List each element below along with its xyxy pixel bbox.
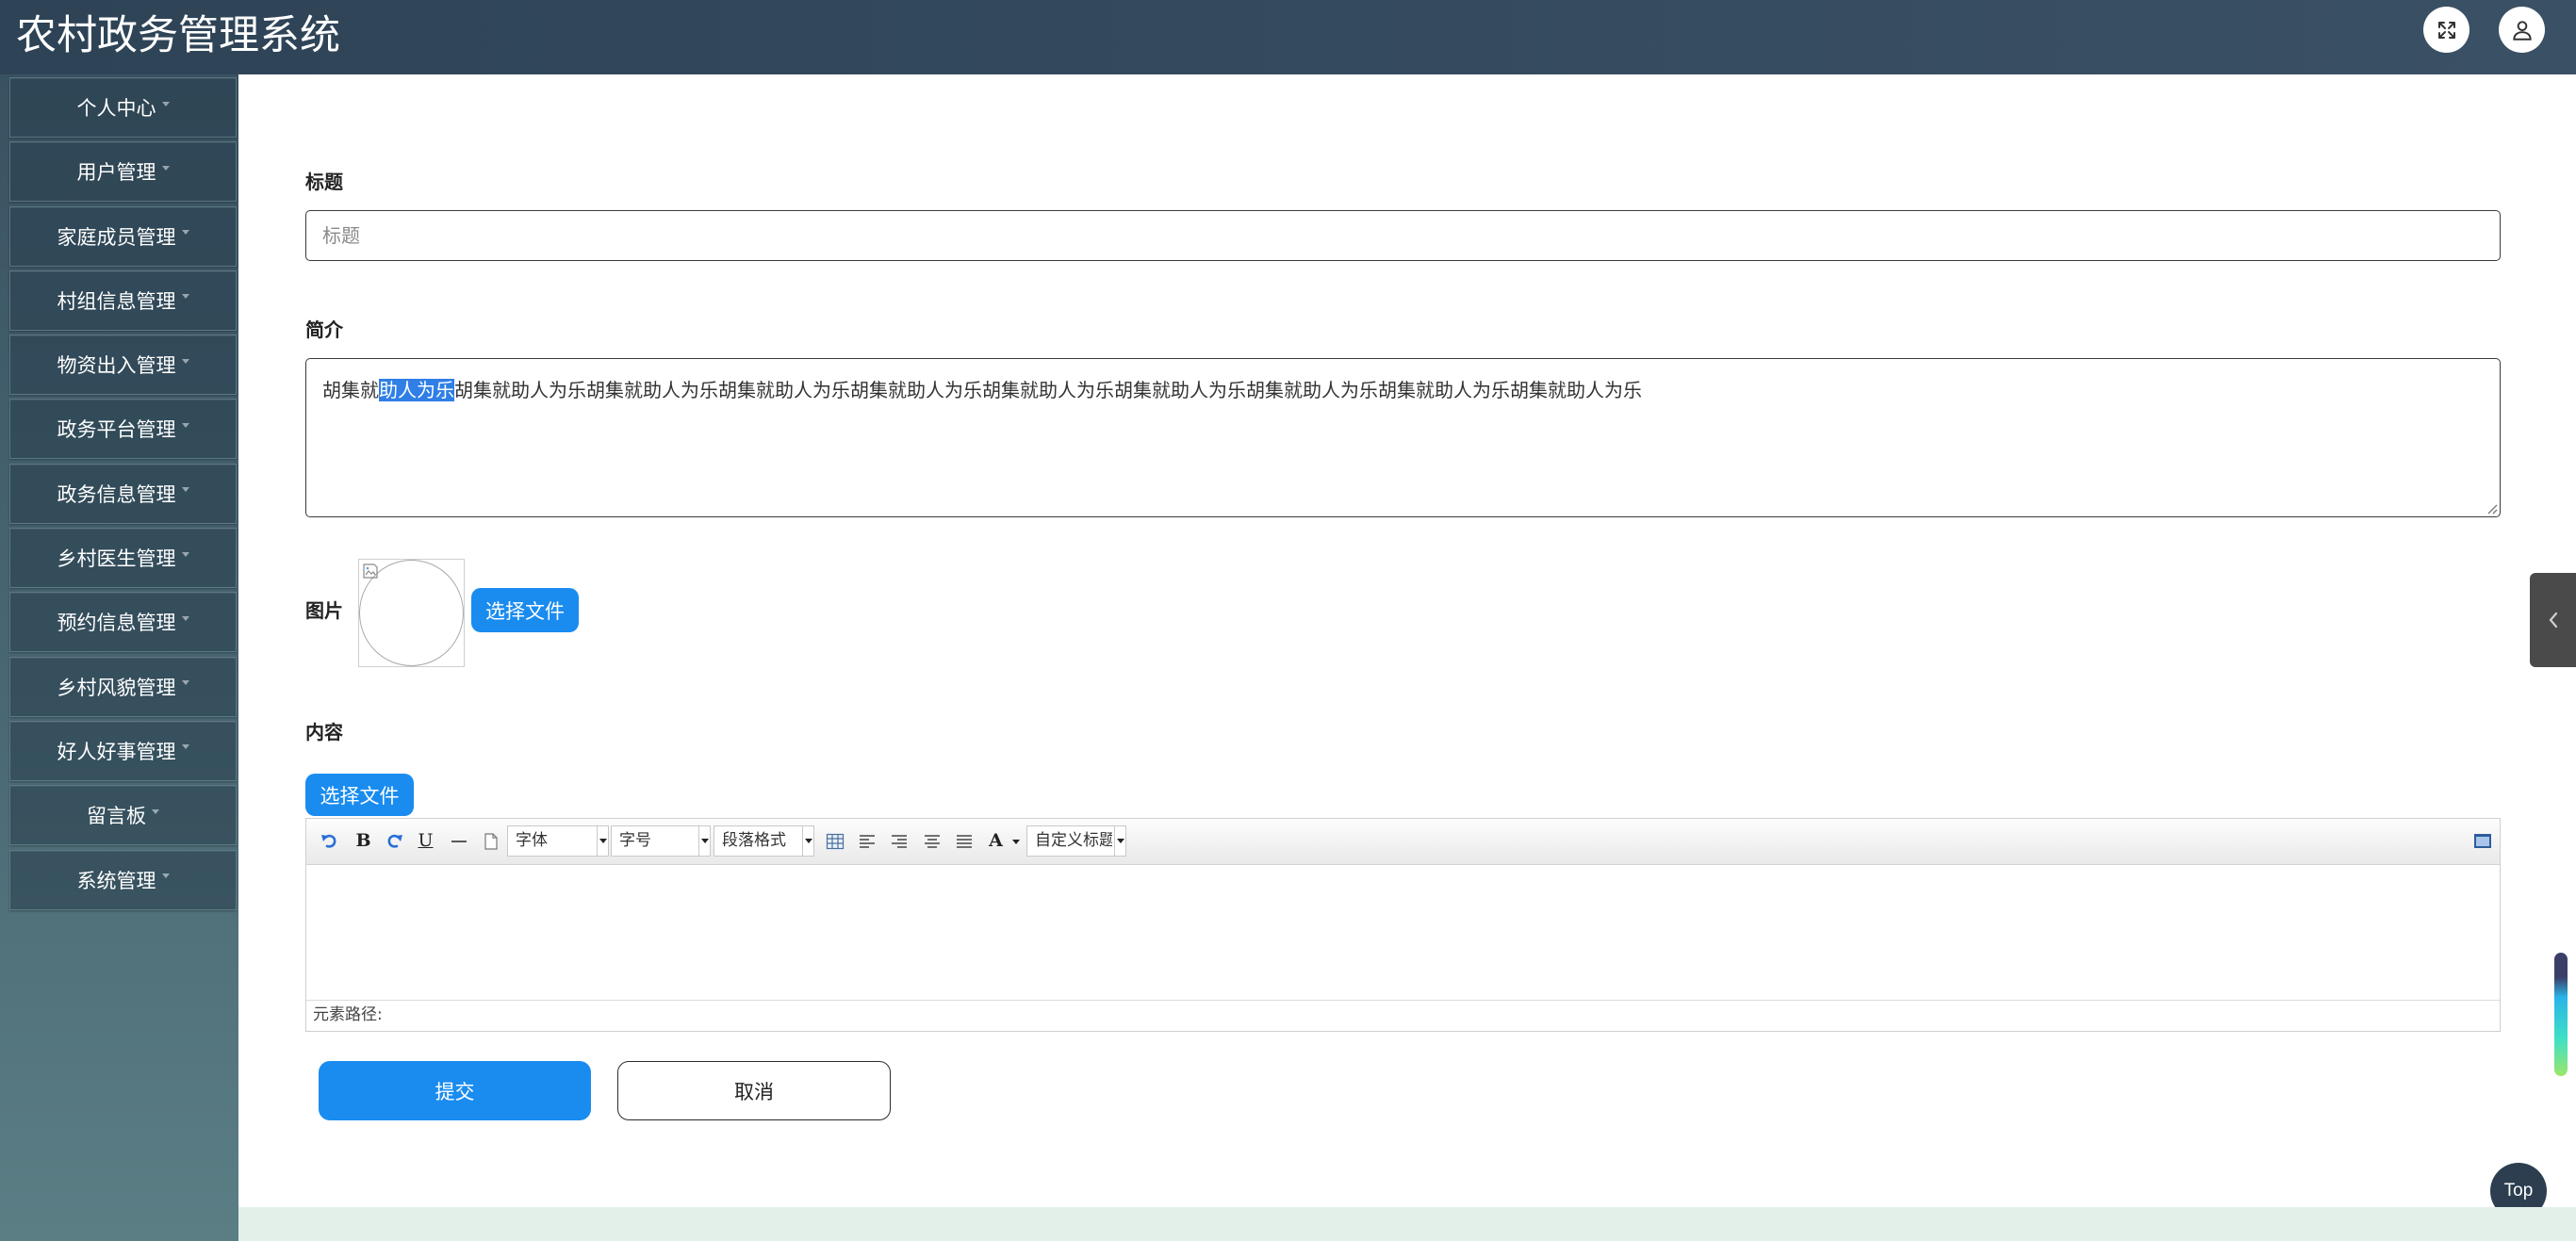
preview-icon[interactable]: [2472, 831, 2492, 851]
content-label: 内容: [305, 721, 343, 743]
cancel-button[interactable]: 取消: [617, 1061, 891, 1120]
element-path-label: 元素路径:: [313, 1005, 383, 1024]
bold-icon[interactable]: B: [353, 831, 373, 851]
fullscreen-button[interactable]: [2423, 7, 2469, 53]
image-preview: [358, 559, 465, 667]
document-icon[interactable]: [481, 831, 500, 851]
sidebar-item-label: 家庭成员管理: [57, 225, 176, 249]
user-icon: [2512, 20, 2532, 41]
sidebar-item-gov-platform[interactable]: 政务平台管理: [9, 399, 237, 460]
sidebar-item-good-deeds[interactable]: 好人好事管理: [9, 720, 237, 781]
intro-text: 胡集就助人为乐胡集就助人为乐胡集就助人为乐胡集就助人为乐胡集就助人为乐胡集就助人…: [454, 379, 1642, 401]
image-label: 图片: [305, 599, 343, 622]
top-header: 农村政务管理系统: [0, 0, 2576, 74]
font-size-select-value: 字号: [619, 831, 651, 850]
fullscreen-icon: [2437, 21, 2455, 39]
sidebar-item-message-board[interactable]: 留言板: [9, 785, 237, 846]
intro-textarea[interactable]: 胡集就助人为乐胡集就助人为乐胡集就助人为乐胡集就助人为乐胡集就助人为乐胡集就助人…: [305, 358, 2501, 517]
chevron-down-icon: [181, 680, 189, 686]
sidebar-item-system-management[interactable]: 系统管理: [9, 849, 237, 910]
intro-text: 胡集就: [322, 379, 379, 401]
app-title: 农村政务管理系统: [16, 12, 340, 59]
sidebar-item-village-doctors[interactable]: 乡村医生管理: [9, 528, 237, 589]
chevron-down-icon[interactable]: [1012, 840, 1020, 844]
title-input[interactable]: [305, 210, 2501, 261]
custom-heading-select[interactable]: 自定义标题: [1026, 825, 1126, 857]
intro-label: 简介: [305, 318, 343, 341]
paragraph-format-select-value: 段落格式: [722, 831, 786, 850]
sidebar-menu: 个人中心 用户管理 家庭成员管理 村组信息管理 物资出入管理 政务平台管理 政务…: [9, 77, 237, 914]
sidebar-item-label: 政务信息管理: [57, 482, 176, 506]
chevron-down-icon: [181, 744, 189, 750]
sidebar-item-user-management[interactable]: 用户管理: [9, 141, 237, 203]
chevron-down-icon: [161, 874, 170, 879]
font-color-icon[interactable]: A: [986, 831, 1006, 851]
resize-grip-icon[interactable]: [2485, 501, 2498, 514]
chevron-down-icon: [161, 101, 170, 106]
sidebar-item-village-groups[interactable]: 村组信息管理: [9, 269, 237, 331]
align-right-icon[interactable]: [889, 831, 909, 851]
sidebar-item-label: 个人中心: [76, 97, 156, 120]
sidebar-item-appointments[interactable]: 预约信息管理: [9, 592, 237, 653]
sidebar-item-label: 预约信息管理: [57, 612, 176, 635]
sidebar-item-personal-center[interactable]: 个人中心: [9, 77, 237, 138]
paragraph-format-select[interactable]: 段落格式: [714, 825, 814, 857]
sidebar-item-supplies[interactable]: 物资出入管理: [9, 335, 237, 396]
chevron-down-icon: [181, 294, 189, 300]
editor-body[interactable]: [306, 865, 2500, 1000]
sidebar-item-label: 留言板: [87, 805, 146, 828]
sidebar-item-village-scenery[interactable]: 乡村风貌管理: [9, 656, 237, 717]
sidebar-item-family-members[interactable]: 家庭成员管理: [9, 205, 237, 267]
chevron-down-icon: [181, 358, 189, 364]
chevron-down-icon: [597, 826, 608, 856]
submit-button[interactable]: 提交: [319, 1061, 591, 1120]
intro-selected-text: 助人为乐: [379, 379, 454, 401]
undo-icon[interactable]: [319, 831, 338, 851]
chevron-down-icon: [161, 165, 170, 171]
sidebar-item-label: 物资出入管理: [57, 354, 176, 378]
horizontal-rule-icon[interactable]: [449, 831, 468, 851]
chevron-down-icon: [181, 615, 189, 621]
footer-strip: [238, 1207, 2576, 1241]
editor-toolbar: B U 字体 字号 段落格式 A 自定义标题: [306, 819, 2500, 865]
chevron-down-icon: [698, 826, 710, 856]
sidebar-item-label: 乡村风貌管理: [57, 676, 176, 699]
chevron-down-icon: [802, 826, 813, 856]
redo-icon[interactable]: [385, 831, 404, 851]
rich-text-editor: B U 字体 字号 段落格式 A 自定义标题 元素路径:: [305, 818, 2501, 1032]
sidebar-item-label: 系统管理: [76, 869, 156, 892]
side-panel-toggle[interactable]: [2530, 573, 2576, 667]
align-center-icon[interactable]: [922, 831, 942, 851]
font-size-select[interactable]: 字号: [611, 825, 711, 857]
sidebar-item-label: 乡村医生管理: [57, 547, 176, 571]
sidebar-item-label: 用户管理: [76, 161, 156, 185]
sidebar-item-label: 村组信息管理: [57, 289, 176, 313]
chevron-down-icon: [1114, 826, 1125, 856]
chevron-down-icon: [181, 422, 189, 428]
sidebar: 个人中心 用户管理 家庭成员管理 村组信息管理 物资出入管理 政务平台管理 政务…: [0, 74, 238, 1241]
sidebar-item-label: 政务平台管理: [57, 418, 176, 442]
chevron-left-icon: [2549, 612, 2557, 629]
align-left-icon[interactable]: [857, 831, 877, 851]
chevron-down-icon: [181, 487, 189, 493]
element-path-status: 元素路径:: [306, 1000, 2500, 1031]
user-menu-button[interactable]: [2499, 7, 2545, 53]
content-upload-button[interactable]: 选择文件: [305, 774, 414, 816]
sidebar-item-gov-info[interactable]: 政务信息管理: [9, 463, 237, 524]
table-icon[interactable]: [825, 831, 845, 851]
broken-image-icon: [363, 563, 378, 579]
chevron-down-icon: [181, 230, 189, 236]
justify-icon[interactable]: [954, 831, 974, 851]
sidebar-item-label: 好人好事管理: [57, 740, 176, 763]
chevron-down-icon: [152, 808, 159, 814]
font-family-select-value: 字体: [516, 831, 548, 850]
custom-heading-select-value: 自定义标题: [1035, 831, 1112, 850]
chevron-down-icon: [181, 551, 189, 557]
underline-icon[interactable]: U: [416, 831, 435, 851]
image-upload-button[interactable]: 选择文件: [471, 588, 579, 632]
font-family-select[interactable]: 字体: [507, 825, 609, 857]
scrollbar-thumb[interactable]: [2554, 953, 2568, 1076]
title-label: 标题: [305, 171, 343, 193]
